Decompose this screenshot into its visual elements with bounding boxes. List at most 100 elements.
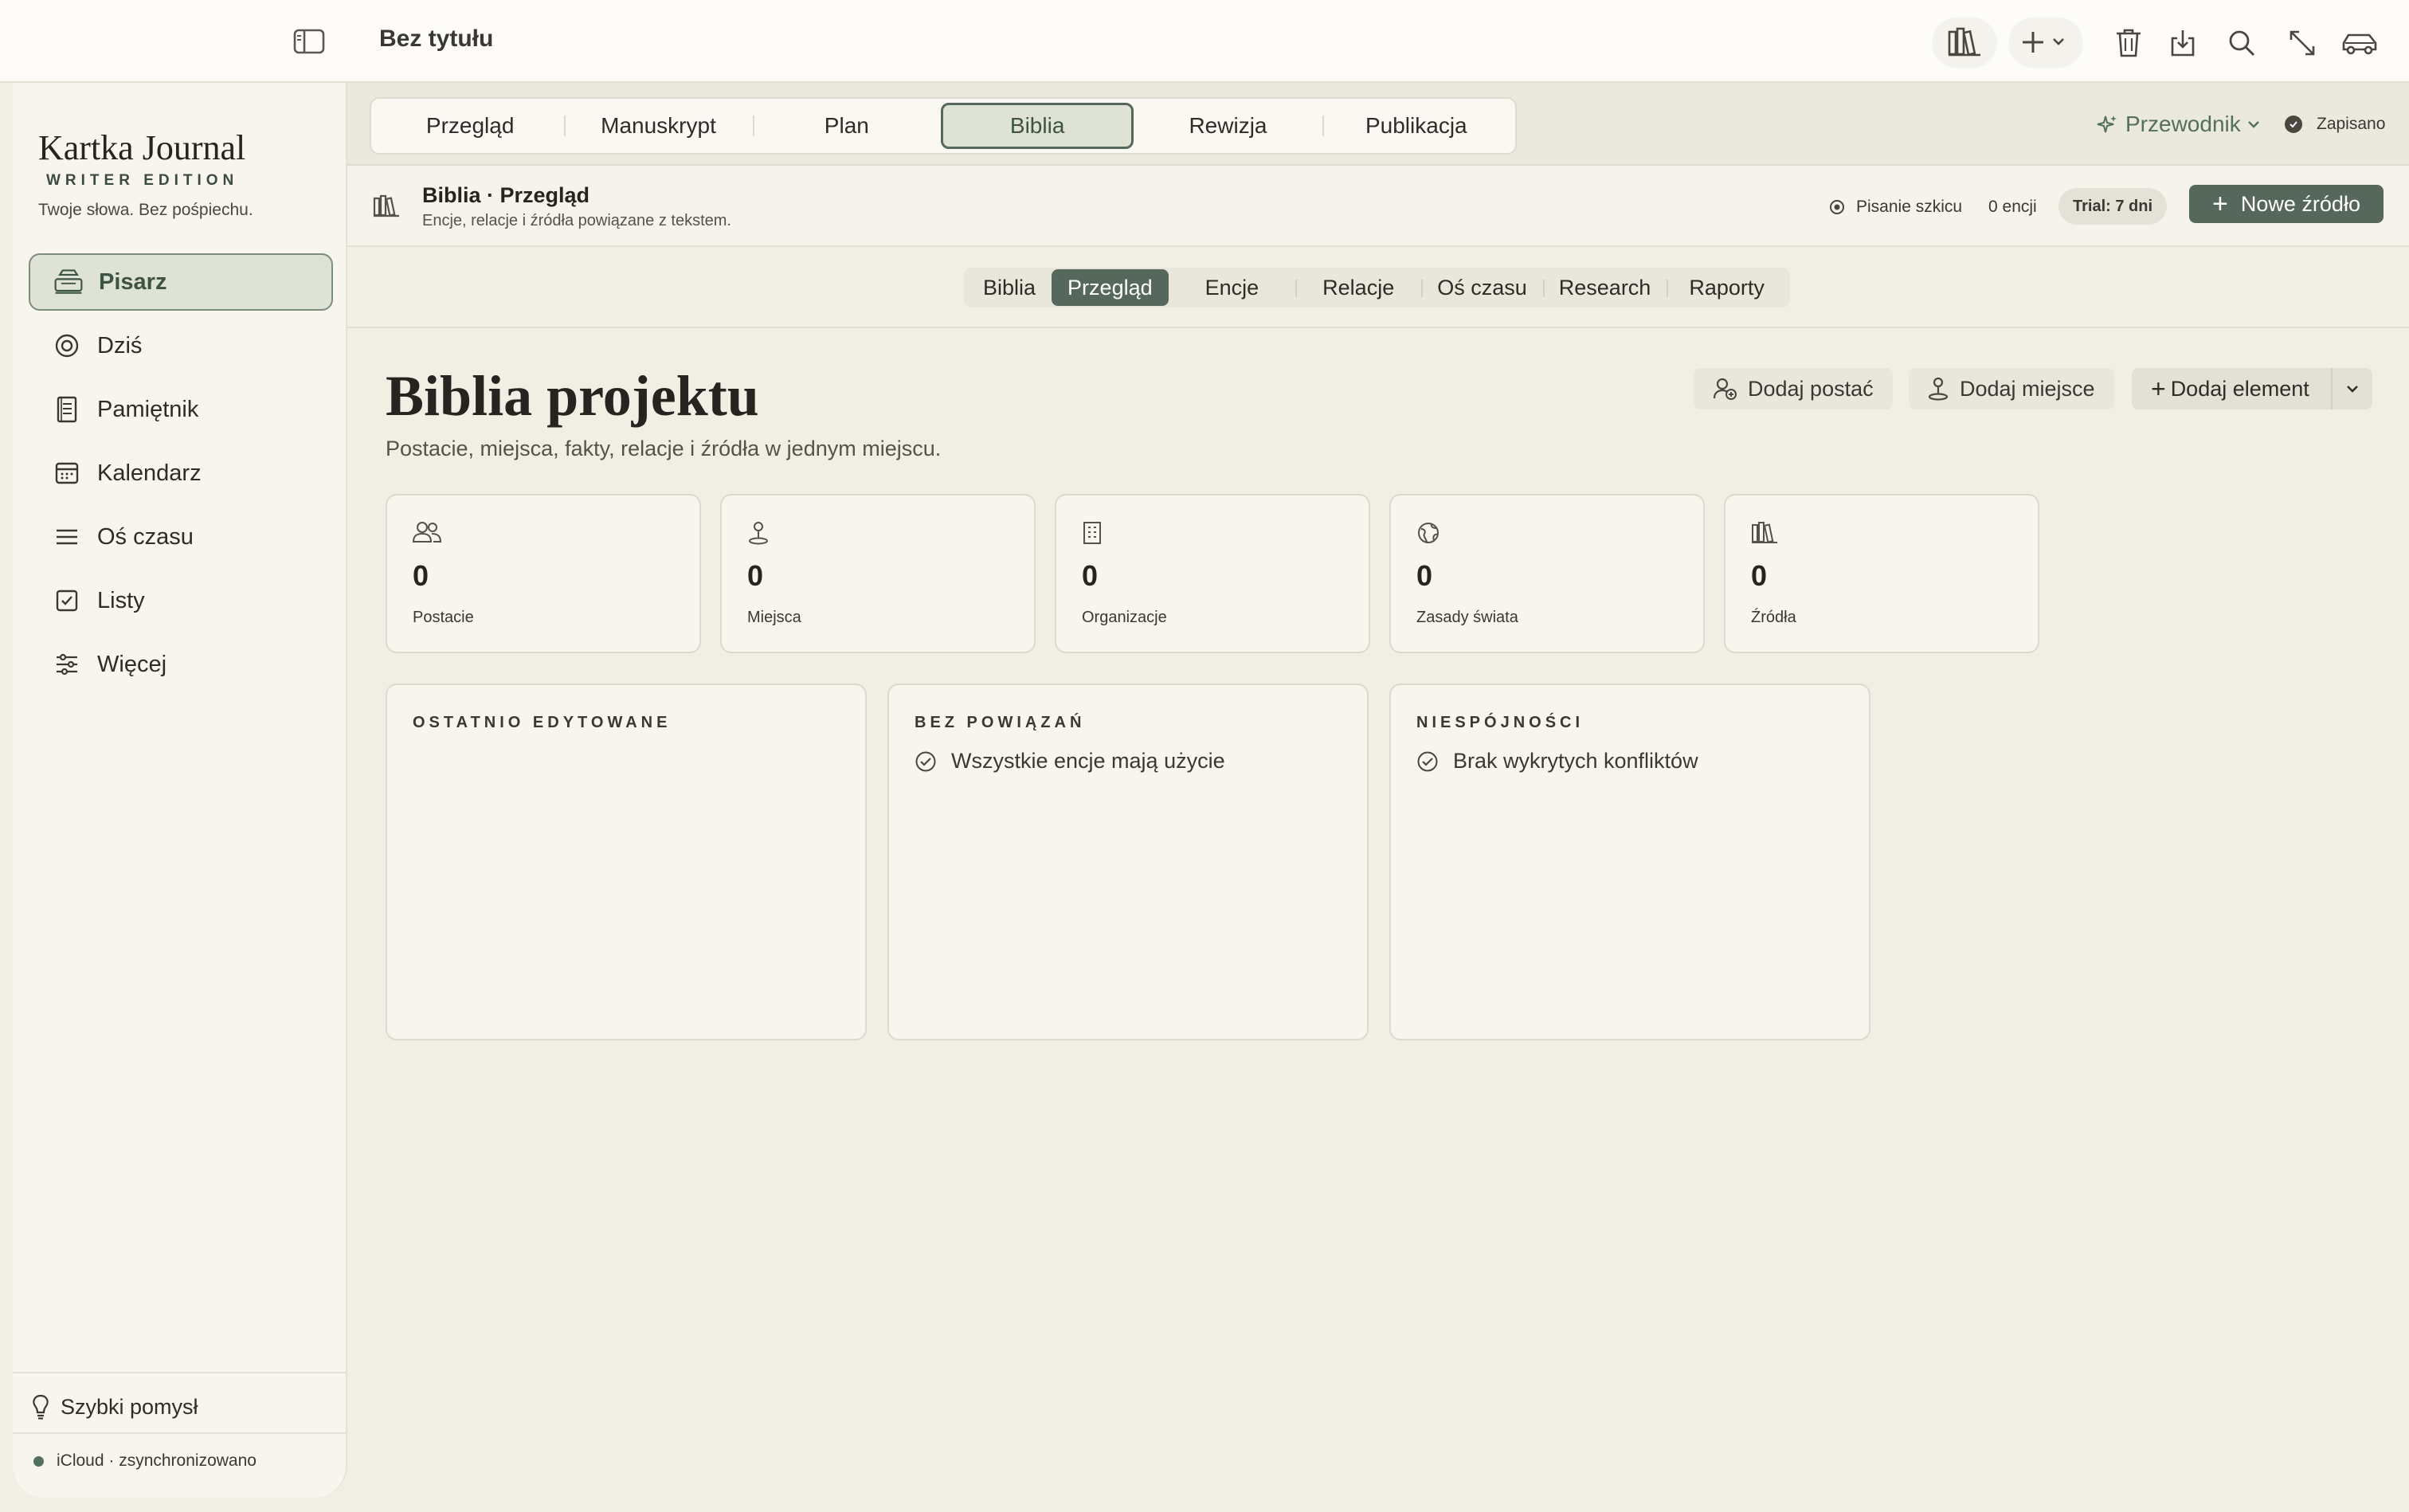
stat-card-zrodla[interactable]: 0 Źródła (1724, 494, 2039, 653)
tab-publikacja[interactable]: Publikacja (1322, 103, 1510, 149)
sidebar-item-label: Dziś (97, 332, 143, 358)
sidebar-item-pamietnik[interactable]: Pamiętnik (29, 381, 333, 438)
building-icon (1082, 521, 1103, 545)
entity-count: 0 encji (1988, 198, 2037, 216)
stat-label: Organizacje (1082, 609, 1167, 626)
sync-status-dot (33, 1455, 44, 1467)
library-button[interactable] (1933, 18, 1996, 67)
panel-title: BEZ POWIĄZAŃ (915, 714, 1086, 731)
sidebar-item-label: Pamiętnik (97, 396, 199, 422)
panel-status-row: Wszystkie encje mają użycie (915, 749, 1225, 774)
content-divider (347, 327, 2409, 328)
stat-value: 0 (1416, 559, 1433, 592)
brand-tagline: Twoje słowa. Bez pośpiechu. (38, 201, 253, 219)
library-icon (1948, 27, 1980, 57)
page-subtitle: Postacie, miejsca, fakty, relacje i źród… (386, 437, 942, 460)
sidebar-item-label: Oś czasu (97, 523, 194, 550)
calendar-icon (51, 457, 83, 489)
tab-manuskrypt[interactable]: Manuskrypt (564, 103, 752, 149)
pin-icon (747, 521, 770, 545)
library-icon (1751, 521, 1778, 545)
panel-status-text: Brak wykrytych konfliktów (1453, 749, 1698, 773)
stat-label: Źródła (1751, 609, 1796, 626)
sidebar-item-pisarz[interactable]: Pisarz (29, 253, 333, 311)
sidebar-item-label: Więcej (97, 651, 167, 677)
add-character-button[interactable]: Dodaj postać (1694, 368, 1893, 409)
subtab-os-czasu[interactable]: Oś czasu (1421, 269, 1543, 306)
panel-inconsistencies: NIESPÓJNOŚCI Brak wykrytych konfliktów (1389, 684, 1870, 1040)
trash-icon (2117, 29, 2141, 57)
globe-icon (1416, 521, 1440, 545)
tab-rewizja[interactable]: Rewizja (1134, 103, 1322, 149)
writing-status: Pisanie szkicu (1829, 198, 1962, 217)
stat-card-postacie[interactable]: 0 Postacie (386, 494, 701, 653)
guide-label: Przewodnik (2125, 112, 2241, 136)
search-button[interactable] (2219, 21, 2264, 65)
focus-mode-button[interactable] (2337, 21, 2382, 65)
guide-menu-button[interactable]: Przewodnik (2097, 112, 2260, 137)
add-element-button[interactable]: + Dodaj element (2132, 368, 2372, 409)
add-place-button[interactable]: Dodaj miejsce (1909, 368, 2114, 409)
expand-icon (2290, 30, 2315, 56)
checkmark-icon (2285, 116, 2302, 133)
stat-card-miejsca[interactable]: 0 Miejsca (720, 494, 1036, 653)
import-button[interactable] (2160, 21, 2205, 65)
add-element-main[interactable]: + Dodaj element (2132, 374, 2331, 404)
fullscreen-button[interactable] (2280, 21, 2325, 65)
stat-value: 0 (1751, 559, 1768, 592)
pin-icon (1928, 377, 1949, 401)
add-place-label: Dodaj miejsce (1960, 376, 2095, 401)
search-icon (2229, 30, 2255, 57)
chevron-down-icon[interactable] (2331, 368, 2372, 409)
sidebar: Kartka Journal WRITER EDITION Twoje słow… (13, 83, 347, 1498)
stat-value: 0 (1082, 559, 1099, 592)
trash-button[interactable] (2106, 21, 2151, 65)
library-icon (373, 194, 400, 218)
save-status-label: Zapisano (2317, 115, 2386, 133)
stat-label: Zasady świata (1416, 609, 1518, 626)
download-tray-icon (2171, 30, 2195, 57)
stat-card-organizacje[interactable]: 0 Organizacje (1055, 494, 1370, 653)
check-circle-icon (915, 750, 937, 773)
add-person-icon (1713, 378, 1737, 400)
sidebar-item-label: Listy (97, 587, 145, 613)
stat-label: Postacie (413, 609, 474, 626)
plus-icon: + (2151, 374, 2166, 403)
subtab-raporty[interactable]: Raporty (1667, 269, 1787, 306)
bible-subtabs: Biblia Przegląd Encje Relacje Oś czasu R… (964, 268, 1790, 307)
stat-value: 0 (747, 559, 764, 592)
add-menu-button[interactable] (2009, 18, 2082, 67)
page-title: Biblia projektu (386, 364, 759, 428)
save-status: Zapisano (2285, 115, 2385, 134)
subtab-encje[interactable]: Encje (1169, 269, 1296, 306)
add-character-label: Dodaj postać (1748, 376, 1874, 401)
add-element-label: Dodaj element (2170, 376, 2309, 401)
sidebar-toggle-icon[interactable] (292, 25, 327, 57)
subtab-biblia[interactable]: Biblia (967, 269, 1052, 306)
section-tabs: Przegląd Manuskrypt Plan Biblia Rewizja … (370, 97, 1517, 155)
sidebar-item-kalendarz[interactable]: Kalendarz (29, 445, 333, 502)
sidebar-item-os-czasu[interactable]: Oś czasu (29, 508, 333, 566)
tab-plan[interactable]: Plan (752, 103, 941, 149)
journal-icon (51, 394, 83, 425)
people-icon (413, 521, 441, 543)
subtab-relacje[interactable]: Relacje (1295, 269, 1421, 306)
subtab-przeglad[interactable]: Przegląd (1052, 269, 1169, 306)
sidebar-item-label: Kalendarz (97, 460, 202, 486)
tab-przeglad[interactable]: Przegląd (376, 103, 564, 149)
sliders-icon (51, 648, 83, 680)
stat-card-zasady-swiata[interactable]: 0 Zasady świata (1389, 494, 1705, 653)
sidebar-divider (13, 1432, 346, 1434)
tab-biblia[interactable]: Biblia (940, 103, 1134, 149)
section-title: Biblia · Przegląd (422, 183, 590, 207)
sidebar-item-dzis[interactable]: Dziś (29, 317, 333, 374)
sidebar-divider (13, 1372, 346, 1373)
panel-unlinked: BEZ POWIĄZAŃ Wszystkie encje mają użycie (887, 684, 1369, 1040)
sidebar-item-wiecej[interactable]: Więcej (29, 636, 333, 693)
panel-status-row: Brak wykrytych konfliktów (1416, 749, 1698, 774)
car-icon (2342, 33, 2377, 55)
sidebar-item-listy[interactable]: Listy (29, 572, 333, 629)
quick-idea-button[interactable]: Szybki pomysł (32, 1388, 198, 1426)
subtab-research[interactable]: Research (1542, 269, 1667, 306)
new-source-button[interactable]: + Nowe źródło (2189, 185, 2384, 223)
